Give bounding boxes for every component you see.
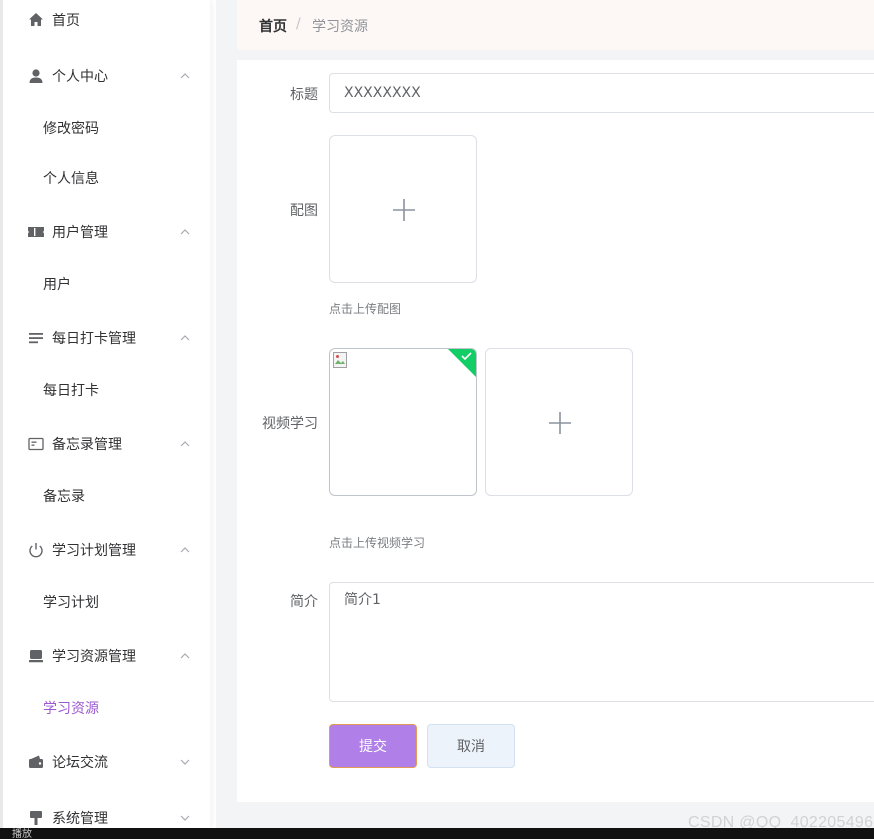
sidebar-item-memo[interactable]: 备忘录 <box>3 476 210 516</box>
submit-button[interactable]: 提交 <box>329 724 417 768</box>
broken-image-icon <box>333 352 347 368</box>
sidebar-item-label: 修改密码 <box>43 121 99 137</box>
sidebar-item-personal-info[interactable]: 个人信息 <box>3 158 210 198</box>
plus-icon <box>549 412 571 434</box>
uploaded-video-item[interactable] <box>329 348 477 496</box>
sidebar-item-label: 学习资源管理 <box>52 649 136 665</box>
sidebar: 首页 个人中心 修改密码 个人信息 用户管理 用户 每日打卡管理 每日打卡 备忘… <box>0 0 210 828</box>
sidebar-item-system-management[interactable]: 系统管理 <box>3 798 210 828</box>
chevron-up-icon <box>180 441 190 447</box>
sidebar-item-label: 备忘录管理 <box>52 437 122 453</box>
chevron-up-icon <box>180 229 190 235</box>
wallet-icon <box>29 755 43 768</box>
sidebar-item-label: 用户管理 <box>52 225 108 241</box>
sidebar-item-user[interactable]: 用户 <box>3 264 210 304</box>
sidebar-item-home[interactable]: 首页 <box>3 0 210 40</box>
sidebar-item-label: 个人信息 <box>43 171 99 187</box>
sidebar-item-study-resource[interactable]: 学习资源 <box>3 688 210 728</box>
image-upload-button[interactable] <box>329 135 477 283</box>
monitor-icon <box>29 650 43 663</box>
sidebar-item-study-plan-management[interactable]: 学习计划管理 <box>3 530 210 570</box>
sidebar-item-label: 论坛交流 <box>52 755 108 771</box>
sidebar-item-change-password[interactable]: 修改密码 <box>3 108 210 148</box>
video-upload-button[interactable] <box>485 348 633 496</box>
image-upload-tip: 点击上传配图 <box>329 302 402 316</box>
chevron-down-icon <box>180 759 190 765</box>
sidebar-item-memo-management[interactable]: 备忘录管理 <box>3 424 210 464</box>
sidebar-item-label: 每日打卡管理 <box>52 331 136 347</box>
ticket-icon <box>28 227 44 237</box>
cancel-button[interactable]: 取消 <box>427 724 515 768</box>
sidebar-item-study-plan[interactable]: 学习计划 <box>3 582 210 622</box>
title-label: 标题 <box>290 87 318 103</box>
sidebar-item-user-management[interactable]: 用户管理 <box>3 212 210 252</box>
taskbar-label: 播放 <box>12 829 32 839</box>
sidebar-item-forum[interactable]: 论坛交流 <box>3 742 210 782</box>
chevron-down-icon <box>180 815 190 821</box>
list-icon <box>29 333 43 344</box>
memo-icon <box>28 437 44 451</box>
breadcrumb-home[interactable]: 首页 <box>259 16 287 36</box>
sidebar-item-label: 首页 <box>52 13 80 29</box>
intro-label: 简介 <box>290 594 318 610</box>
sidebar-item-checkin-management[interactable]: 每日打卡管理 <box>3 318 210 358</box>
breadcrumb: 首页 / 学习资源 <box>237 0 874 50</box>
plus-icon <box>393 199 415 221</box>
sidebar-item-personal-center[interactable]: 个人中心 <box>3 56 210 96</box>
chevron-up-icon <box>180 653 190 659</box>
sidebar-item-label: 用户 <box>43 277 71 293</box>
title-input[interactable]: XXXXXXXX <box>329 73 874 113</box>
chevron-up-icon <box>180 73 190 79</box>
sidebar-item-label: 学习计划 <box>43 595 99 611</box>
sidebar-item-daily-checkin[interactable]: 每日打卡 <box>3 370 210 410</box>
chevron-up-icon <box>180 547 190 553</box>
sidebar-item-label: 备忘录 <box>43 489 85 505</box>
breadcrumb-current: 学习资源 <box>312 19 368 35</box>
success-check-icon <box>448 349 476 377</box>
sidebar-item-label: 学习计划管理 <box>52 543 136 559</box>
intro-textarea[interactable]: 简介1 <box>329 582 874 702</box>
image-label: 配图 <box>290 203 318 219</box>
sidebar-item-study-resource-management[interactable]: 学习资源管理 <box>3 636 210 676</box>
user-icon <box>29 69 43 83</box>
video-label: 视频学习 <box>262 416 318 432</box>
home-icon <box>29 13 43 26</box>
sidebar-item-label: 系统管理 <box>52 811 108 827</box>
sidebar-item-label: 每日打卡 <box>43 383 99 399</box>
video-upload-tip: 点击上传视频学习 <box>329 536 426 550</box>
power-icon <box>29 543 43 558</box>
chevron-up-icon <box>180 335 190 341</box>
breadcrumb-separator: / <box>296 16 301 32</box>
sidebar-item-label: 学习资源 <box>43 701 99 717</box>
taskbar: 播放 <box>0 828 874 839</box>
sidebar-item-label: 个人中心 <box>52 69 108 85</box>
